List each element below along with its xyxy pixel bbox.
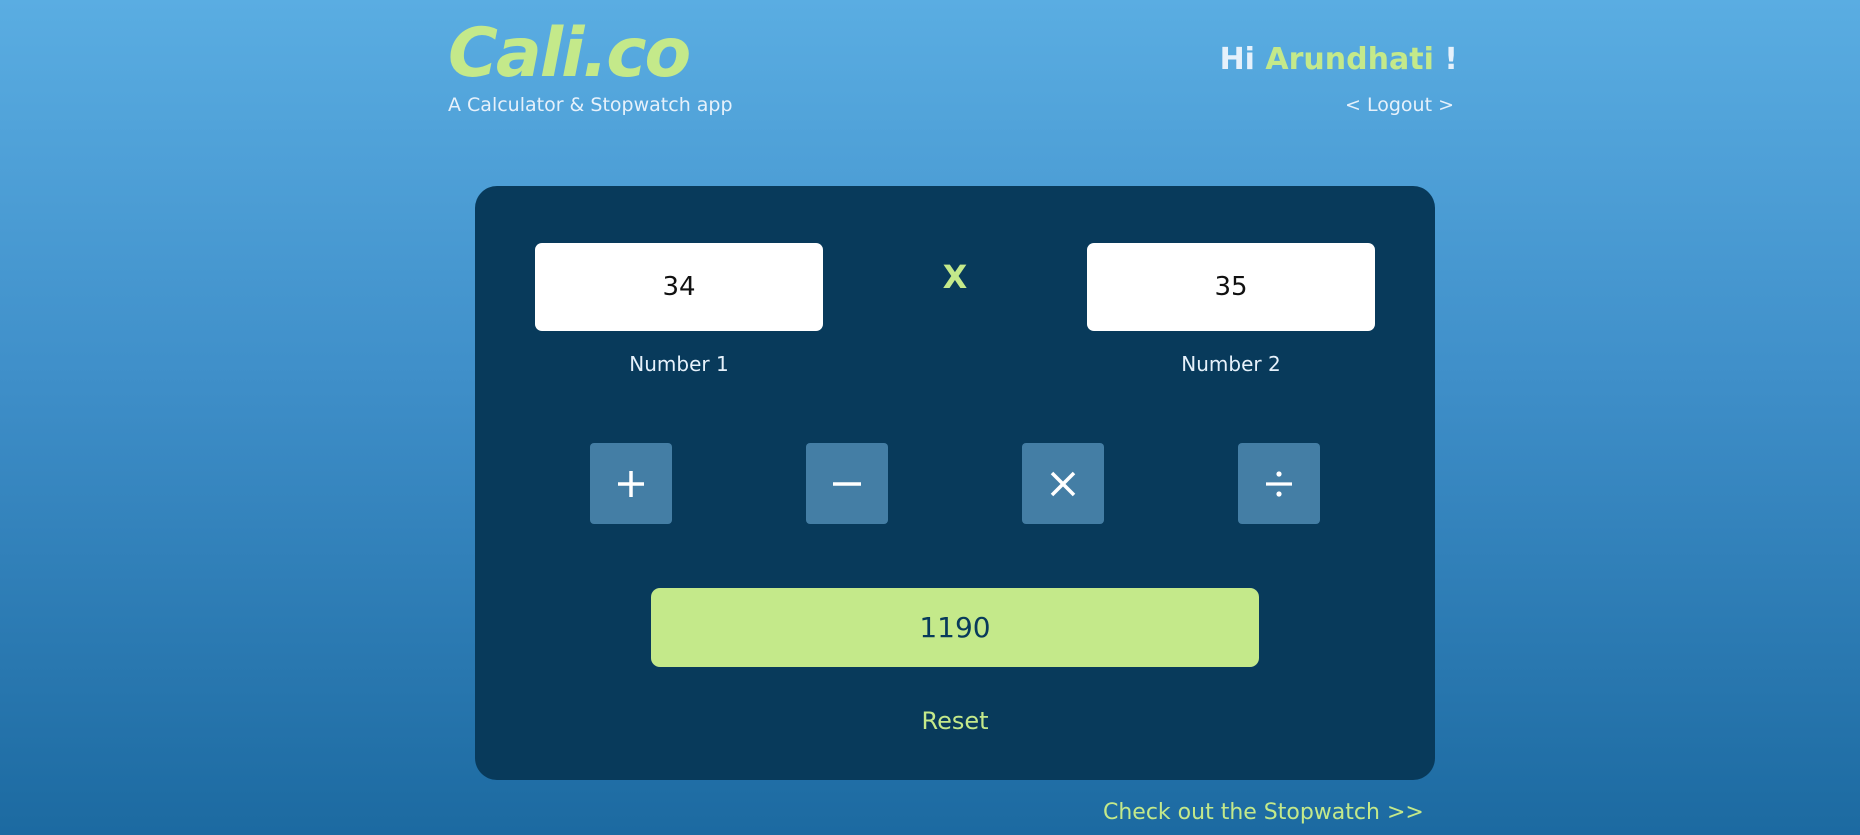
multiply-button[interactable] [1022,443,1104,524]
user-name: Arundhati [1265,42,1434,77]
greeting: Hi Arundhati ! [1220,42,1458,77]
number2-label: Number 2 [1181,352,1281,376]
calculator-card: X Number 1 Number 2 1190 Reset [475,186,1435,780]
divide-button[interactable] [1238,443,1320,524]
logout-link[interactable]: < Logout > [1345,94,1454,116]
add-button[interactable] [590,443,672,524]
reset-button[interactable]: Reset [855,706,1055,736]
multiply-icon [1050,471,1076,496]
divide-icon [1266,470,1292,497]
subtract-button[interactable] [806,443,888,524]
greeting-suffix: ! [1433,42,1458,77]
minus-icon [833,481,861,486]
greeting-prefix: Hi [1219,42,1266,77]
number1-input[interactable] [535,243,823,331]
stopwatch-link[interactable]: Check out the Stopwatch >> [1103,800,1424,825]
header: Cali.co A Calculator & Stopwatch app Hi … [448,14,1458,124]
plus-icon [618,470,644,497]
number1-label: Number 1 [629,352,729,376]
logo: Cali.co [448,14,691,93]
operator-symbol: X [942,258,968,296]
result-display: 1190 [651,588,1259,667]
number2-input[interactable] [1087,243,1375,331]
tagline: A Calculator & Stopwatch app [448,94,733,116]
